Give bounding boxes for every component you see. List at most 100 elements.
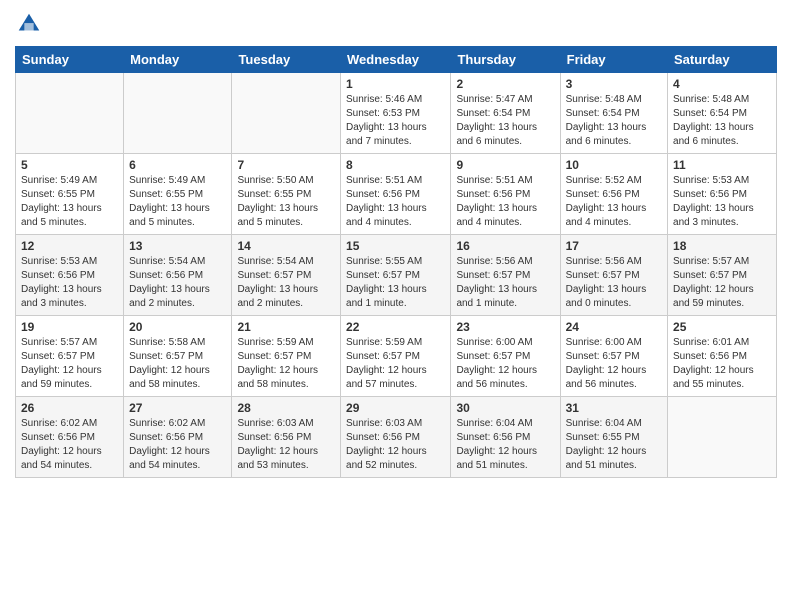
cell-info: Sunrise: 5:55 AM xyxy=(346,255,445,269)
cell-info: Sunrise: 6:03 AM xyxy=(346,417,445,431)
day-header-sunday: Sunday xyxy=(16,47,124,73)
cell-info: Sunrise: 5:59 AM xyxy=(346,336,445,350)
day-number: 21 xyxy=(237,320,335,334)
cell-info: Sunset: 6:55 PM xyxy=(129,188,226,202)
calendar-week-1: 1Sunrise: 5:46 AMSunset: 6:53 PMDaylight… xyxy=(16,73,777,154)
cell-info: Sunset: 6:56 PM xyxy=(673,188,771,202)
calendar-cell xyxy=(16,73,124,154)
day-number: 30 xyxy=(456,401,554,415)
day-number: 17 xyxy=(566,239,662,253)
cell-info: Sunrise: 6:04 AM xyxy=(456,417,554,431)
cell-info: Sunrise: 5:49 AM xyxy=(21,174,118,188)
cell-info: and 5 minutes. xyxy=(21,216,118,230)
cell-info: Daylight: 13 hours xyxy=(673,121,771,135)
cell-info: and 6 minutes. xyxy=(456,135,554,149)
cell-info: and 1 minute. xyxy=(456,297,554,311)
cell-info: Sunset: 6:57 PM xyxy=(566,269,662,283)
cell-info: Sunrise: 6:00 AM xyxy=(566,336,662,350)
day-header-wednesday: Wednesday xyxy=(341,47,451,73)
calendar-cell: 24Sunrise: 6:00 AMSunset: 6:57 PMDayligh… xyxy=(560,316,667,397)
calendar-header-row: SundayMondayTuesdayWednesdayThursdayFrid… xyxy=(16,47,777,73)
day-number: 10 xyxy=(566,158,662,172)
cell-info: and 6 minutes. xyxy=(673,135,771,149)
cell-info: Sunrise: 5:51 AM xyxy=(456,174,554,188)
cell-info: Sunrise: 6:02 AM xyxy=(21,417,118,431)
day-number: 2 xyxy=(456,77,554,91)
cell-info: Sunrise: 6:00 AM xyxy=(456,336,554,350)
calendar-cell: 5Sunrise: 5:49 AMSunset: 6:55 PMDaylight… xyxy=(16,154,124,235)
day-number: 4 xyxy=(673,77,771,91)
cell-info: Sunset: 6:56 PM xyxy=(346,431,445,445)
calendar-cell: 7Sunrise: 5:50 AMSunset: 6:55 PMDaylight… xyxy=(232,154,341,235)
cell-info: Sunset: 6:56 PM xyxy=(237,431,335,445)
cell-info: Daylight: 13 hours xyxy=(456,283,554,297)
cell-info: and 3 minutes. xyxy=(21,297,118,311)
cell-info: and 58 minutes. xyxy=(129,378,226,392)
calendar-cell xyxy=(124,73,232,154)
cell-info: Daylight: 12 hours xyxy=(21,445,118,459)
day-header-thursday: Thursday xyxy=(451,47,560,73)
cell-info: Sunset: 6:53 PM xyxy=(346,107,445,121)
cell-info: Sunset: 6:57 PM xyxy=(237,350,335,364)
calendar-cell: 19Sunrise: 5:57 AMSunset: 6:57 PMDayligh… xyxy=(16,316,124,397)
cell-info: and 2 minutes. xyxy=(129,297,226,311)
cell-info: Sunrise: 5:53 AM xyxy=(21,255,118,269)
calendar: SundayMondayTuesdayWednesdayThursdayFrid… xyxy=(15,46,777,478)
cell-info: Daylight: 13 hours xyxy=(566,202,662,216)
day-number: 15 xyxy=(346,239,445,253)
day-header-tuesday: Tuesday xyxy=(232,47,341,73)
cell-info: Sunset: 6:57 PM xyxy=(566,350,662,364)
cell-info: Sunrise: 5:48 AM xyxy=(566,93,662,107)
cell-info: Sunrise: 6:01 AM xyxy=(673,336,771,350)
day-number: 11 xyxy=(673,158,771,172)
calendar-cell: 15Sunrise: 5:55 AMSunset: 6:57 PMDayligh… xyxy=(341,235,451,316)
cell-info: Sunrise: 5:59 AM xyxy=(237,336,335,350)
calendar-cell: 25Sunrise: 6:01 AMSunset: 6:56 PMDayligh… xyxy=(668,316,777,397)
cell-info: Sunset: 6:57 PM xyxy=(346,269,445,283)
cell-info: Daylight: 13 hours xyxy=(566,283,662,297)
day-number: 22 xyxy=(346,320,445,334)
cell-info: Sunrise: 5:47 AM xyxy=(456,93,554,107)
calendar-week-4: 19Sunrise: 5:57 AMSunset: 6:57 PMDayligh… xyxy=(16,316,777,397)
cell-info: and 4 minutes. xyxy=(456,216,554,230)
cell-info: Daylight: 12 hours xyxy=(566,445,662,459)
calendar-cell: 23Sunrise: 6:00 AMSunset: 6:57 PMDayligh… xyxy=(451,316,560,397)
cell-info: Daylight: 12 hours xyxy=(673,283,771,297)
cell-info: and 3 minutes. xyxy=(673,216,771,230)
cell-info: Sunset: 6:54 PM xyxy=(673,107,771,121)
day-number: 24 xyxy=(566,320,662,334)
cell-info: and 5 minutes. xyxy=(237,216,335,230)
day-number: 9 xyxy=(456,158,554,172)
calendar-cell: 8Sunrise: 5:51 AMSunset: 6:56 PMDaylight… xyxy=(341,154,451,235)
cell-info: and 54 minutes. xyxy=(129,459,226,473)
cell-info: Daylight: 13 hours xyxy=(456,202,554,216)
cell-info: Daylight: 12 hours xyxy=(237,364,335,378)
cell-info: Daylight: 12 hours xyxy=(129,364,226,378)
calendar-cell: 1Sunrise: 5:46 AMSunset: 6:53 PMDaylight… xyxy=(341,73,451,154)
cell-info: Sunset: 6:57 PM xyxy=(346,350,445,364)
cell-info: Sunrise: 5:53 AM xyxy=(673,174,771,188)
day-number: 14 xyxy=(237,239,335,253)
cell-info: Sunrise: 5:56 AM xyxy=(456,255,554,269)
cell-info: Sunrise: 6:03 AM xyxy=(237,417,335,431)
cell-info: Daylight: 12 hours xyxy=(456,445,554,459)
cell-info: Daylight: 12 hours xyxy=(21,364,118,378)
cell-info: Daylight: 13 hours xyxy=(21,283,118,297)
day-number: 31 xyxy=(566,401,662,415)
day-number: 26 xyxy=(21,401,118,415)
cell-info: Daylight: 12 hours xyxy=(129,445,226,459)
cell-info: Sunrise: 5:49 AM xyxy=(129,174,226,188)
calendar-week-3: 12Sunrise: 5:53 AMSunset: 6:56 PMDayligh… xyxy=(16,235,777,316)
cell-info: Daylight: 12 hours xyxy=(346,445,445,459)
calendar-cell: 13Sunrise: 5:54 AMSunset: 6:56 PMDayligh… xyxy=(124,235,232,316)
calendar-cell: 27Sunrise: 6:02 AMSunset: 6:56 PMDayligh… xyxy=(124,397,232,478)
day-header-saturday: Saturday xyxy=(668,47,777,73)
cell-info: Sunrise: 5:57 AM xyxy=(21,336,118,350)
cell-info: and 51 minutes. xyxy=(456,459,554,473)
cell-info: Sunset: 6:57 PM xyxy=(129,350,226,364)
cell-info: Daylight: 13 hours xyxy=(21,202,118,216)
cell-info: Sunrise: 5:52 AM xyxy=(566,174,662,188)
cell-info: and 56 minutes. xyxy=(566,378,662,392)
cell-info: Sunrise: 5:54 AM xyxy=(237,255,335,269)
cell-info: Daylight: 13 hours xyxy=(346,202,445,216)
